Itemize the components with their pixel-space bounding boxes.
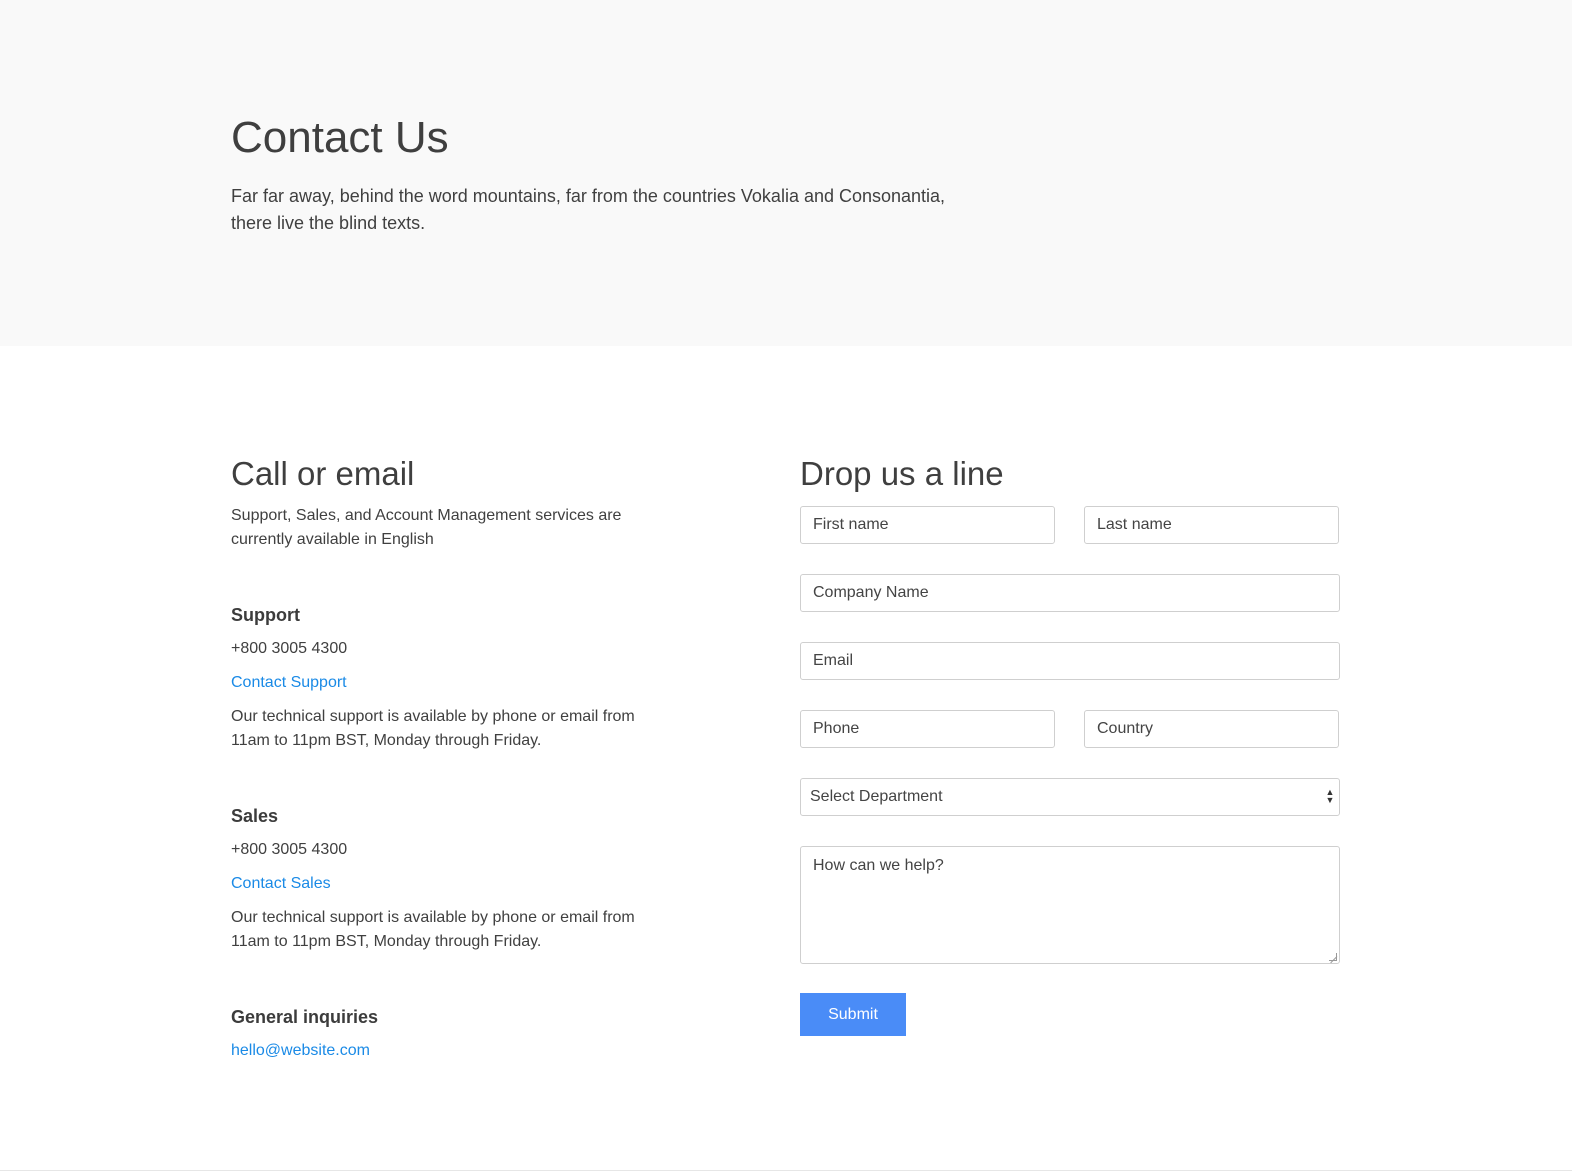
page-title: Contact Us: [231, 113, 449, 162]
first-name-field[interactable]: First name: [800, 506, 1055, 544]
message-textarea[interactable]: How can we help?: [800, 846, 1340, 964]
department-select-value: Select Department: [810, 788, 943, 805]
phone-field[interactable]: Phone: [800, 710, 1055, 748]
general-group: General inquiries hello@website.com: [231, 1005, 661, 1063]
contact-info-title: Call or email: [231, 455, 415, 492]
company-name-field[interactable]: Company Name: [800, 574, 1340, 612]
contact-info-intro: Support, Sales, and Account Management s…: [231, 507, 622, 548]
general-title: General inquiries: [231, 1007, 379, 1027]
last-name-field[interactable]: Last name: [1084, 506, 1339, 544]
contact-info-section: Call or email Support, Sales, and Accoun…: [231, 452, 661, 1063]
sales-title: Sales: [231, 806, 279, 826]
support-phone: +800 3005 4300: [231, 640, 348, 657]
contact-sales-link[interactable]: Contact Sales: [231, 872, 331, 896]
contact-form-section: Drop us a line First name Last name Comp…: [800, 452, 1340, 1036]
message-placeholder: How can we help?: [813, 857, 944, 874]
sales-phone: +800 3005 4300: [231, 841, 348, 858]
country-field[interactable]: Country: [1084, 710, 1339, 748]
resize-grip-icon[interactable]: [1329, 953, 1337, 961]
hero-section: Contact Us Far far away, behind the word…: [0, 0, 1572, 346]
email-field[interactable]: Email: [800, 642, 1340, 680]
footer-divider: [0, 1170, 1572, 1171]
hero-description: Far far away, behind the word mountains,…: [231, 186, 946, 233]
sales-hours: Our technical support is available by ph…: [231, 909, 635, 950]
sales-group: Sales +800 3005 4300 Contact Sales Our t…: [231, 804, 661, 954]
support-group: Support +800 3005 4300 Contact Support O…: [231, 603, 661, 753]
contact-form-title: Drop us a line: [800, 455, 1004, 492]
support-hours: Our technical support is available by ph…: [231, 708, 635, 749]
contact-support-link[interactable]: Contact Support: [231, 671, 347, 695]
submit-button[interactable]: Submit: [800, 993, 906, 1036]
department-select[interactable]: Select Department ▲ ▼: [800, 778, 1340, 816]
support-title: Support: [231, 605, 300, 625]
general-email-link[interactable]: hello@website.com: [231, 1039, 370, 1063]
select-arrows-icon: ▲ ▼: [1325, 787, 1335, 805]
